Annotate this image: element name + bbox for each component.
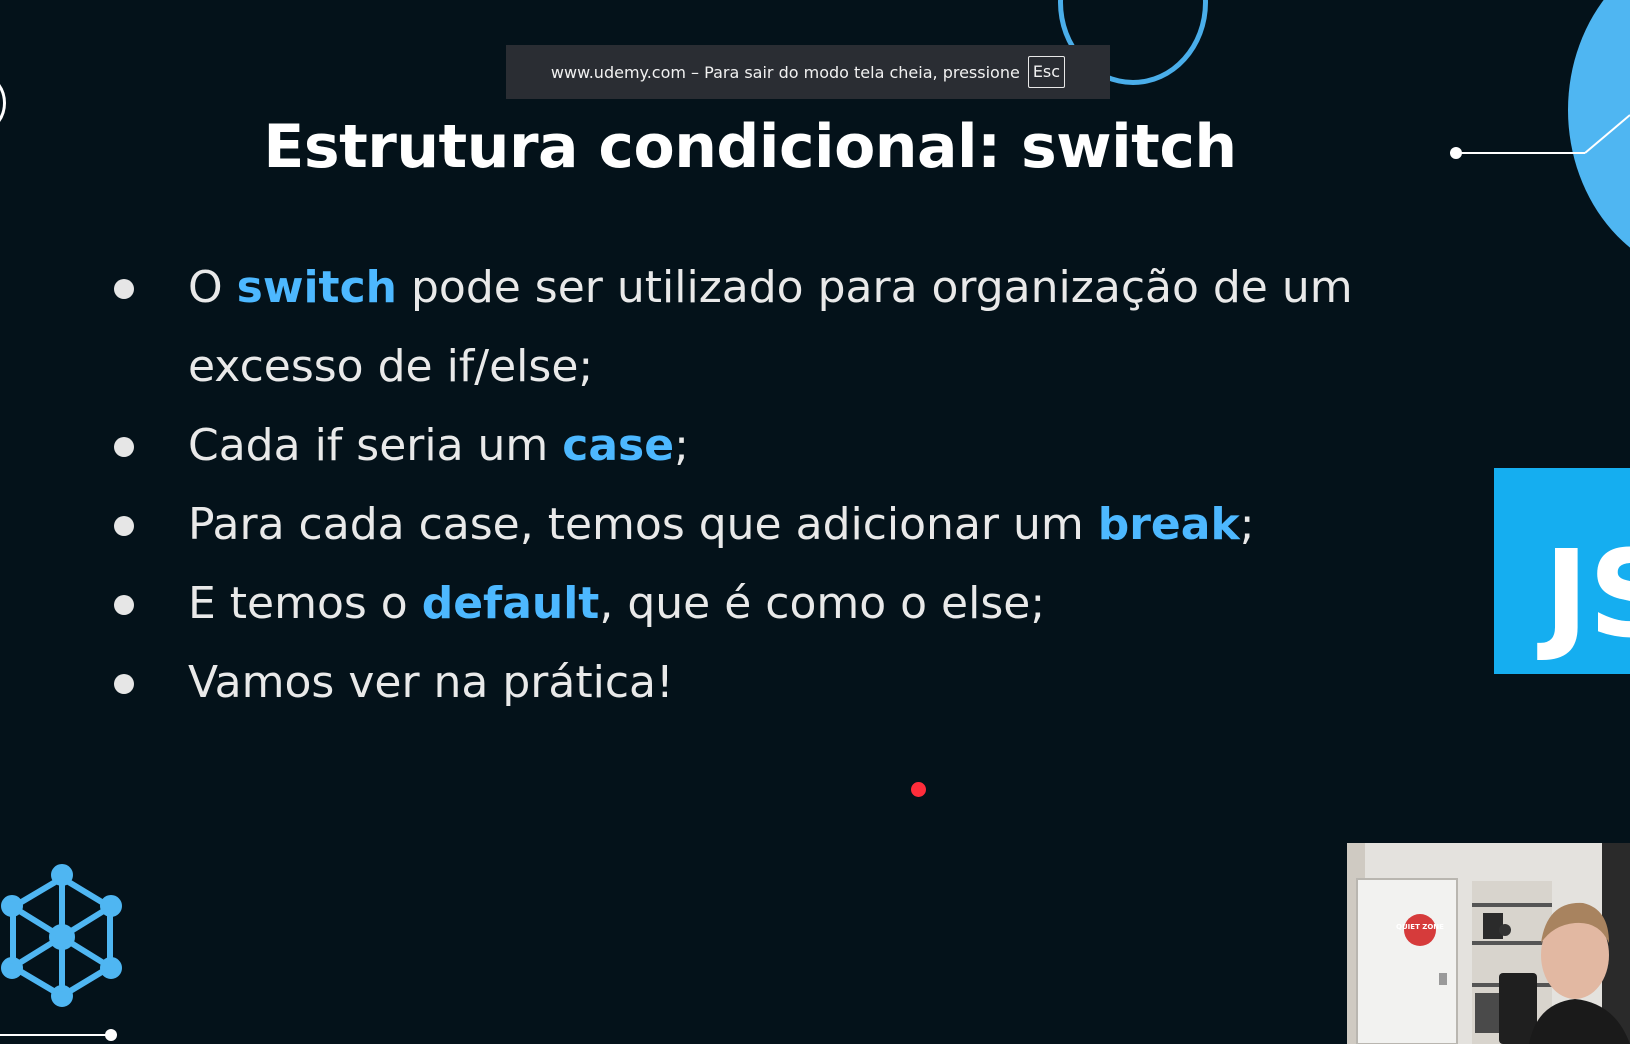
- webcam-scene: QUIET ZONE: [1347, 843, 1630, 1044]
- bullet-item: O switch pode ser utilizado para organiz…: [110, 248, 1470, 406]
- keyword-highlight: case: [562, 420, 675, 471]
- bullet-item: Vamos ver na prática!: [110, 643, 1470, 722]
- connector-line-diagonal: [1584, 114, 1630, 154]
- slide-title: Estrutura condicional: switch: [263, 112, 1237, 182]
- bullet-item: Para cada case, temos que adicionar um b…: [110, 485, 1470, 564]
- keyword-highlight: switch: [236, 262, 397, 313]
- bullet-dot: [114, 595, 134, 615]
- bullet-list: O switch pode ser utilizado para organiz…: [110, 248, 1470, 722]
- bullet-item: E temos o default, que é como o else;: [110, 564, 1470, 643]
- keyword-highlight: break: [1097, 499, 1240, 550]
- presentation-stage: Estrutura condicional: switch O switch p…: [0, 0, 1630, 1044]
- network-cube-icon: [1, 864, 122, 1007]
- bullet-dot: [114, 279, 134, 299]
- poster-text: QUIET ZONE: [1396, 923, 1444, 931]
- bullet-dot: [114, 516, 134, 536]
- laser-pointer-dot: [911, 782, 926, 797]
- js-logo: JS: [1494, 468, 1630, 674]
- bullet-item: Cada if seria um case;: [110, 406, 1470, 485]
- fullscreen-notice: www.udemy.com – Para sair do modo tela c…: [506, 45, 1110, 99]
- bullet-dot: [114, 437, 134, 457]
- fullscreen-notice-message: www.udemy.com – Para sair do modo tela c…: [550, 62, 1020, 82]
- esc-key-hint: Esc: [1027, 56, 1066, 88]
- keyword-highlight: default: [421, 578, 600, 629]
- bullet-dot: [114, 674, 134, 694]
- webcam-overlay: QUIET ZONE: [1347, 843, 1630, 1044]
- connector-node-bottom: [105, 1029, 117, 1041]
